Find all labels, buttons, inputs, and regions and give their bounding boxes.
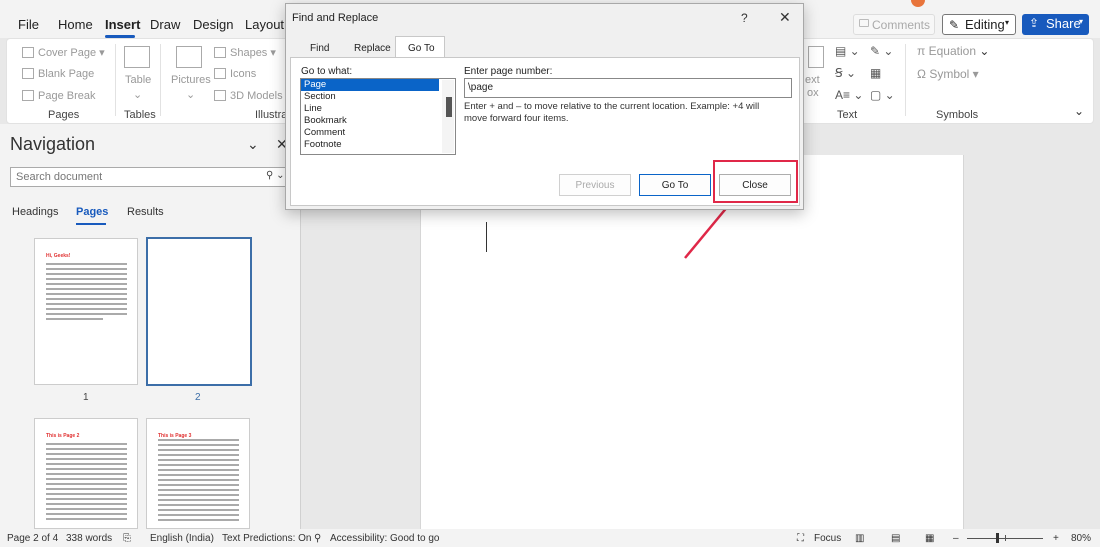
list-item[interactable]: Section — [301, 91, 439, 103]
close-button-highlight — [713, 160, 798, 203]
list-item[interactable]: Page — [301, 79, 439, 91]
go-to-hint: Enter + and – to move relative to the cu… — [464, 101, 760, 124]
page-number-input[interactable]: \page — [464, 78, 792, 98]
zoom-center-tick — [1005, 535, 1006, 541]
read-mode-icon[interactable]: ▥ — [855, 533, 864, 544]
web-layout-icon[interactable]: ▦ — [925, 533, 934, 544]
list-item[interactable]: Line — [301, 103, 439, 115]
tab-replace[interactable]: Replace — [354, 43, 391, 54]
focus-icon: ⛶ — [797, 533, 804, 544]
go-to-what-label: Go to what: — [301, 66, 353, 77]
zoom-in-button[interactable]: + — [1053, 533, 1059, 544]
print-layout-icon[interactable]: ▤ — [891, 533, 900, 544]
go-to-what-list[interactable]: Page Section Line Bookmark Comment Footn… — [300, 78, 456, 155]
list-item[interactable]: Comment — [301, 127, 439, 139]
accessibility-status[interactable]: Accessibility: Good to go — [330, 533, 440, 544]
previous-button[interactable]: Previous — [559, 174, 631, 196]
go-to-button[interactable]: Go To — [639, 174, 711, 196]
list-item[interactable]: Footnote — [301, 139, 439, 151]
zoom-out-button[interactable]: – — [953, 533, 959, 544]
focus-button[interactable]: Focus — [814, 533, 841, 544]
accessibility-icon: ⚲ — [314, 533, 322, 544]
zoom-slider-handle[interactable] — [995, 533, 999, 543]
tab-find[interactable]: Find — [310, 43, 329, 54]
text-predictions-status[interactable]: Text Predictions: On — [222, 533, 311, 544]
help-icon[interactable]: ? — [741, 11, 748, 25]
zoom-level[interactable]: 80% — [1071, 533, 1091, 544]
enter-page-number-label: Enter page number: — [464, 66, 553, 77]
close-icon[interactable]: ✕ — [779, 9, 791, 26]
tab-go-to[interactable]: Go To — [408, 43, 435, 54]
proofing-icon[interactable]: ⎘ — [123, 533, 131, 544]
dialog-title: Find and Replace — [292, 12, 379, 24]
scrollbar-thumb[interactable] — [446, 97, 452, 117]
list-item[interactable]: Bookmark — [301, 115, 439, 127]
page-count[interactable]: Page 2 of 4 — [7, 533, 58, 544]
word-count[interactable]: 338 words — [66, 533, 112, 544]
language-status[interactable]: English (India) — [150, 533, 214, 544]
status-bar: Page 2 of 4 338 words ⎘ English (India) … — [0, 529, 1100, 547]
